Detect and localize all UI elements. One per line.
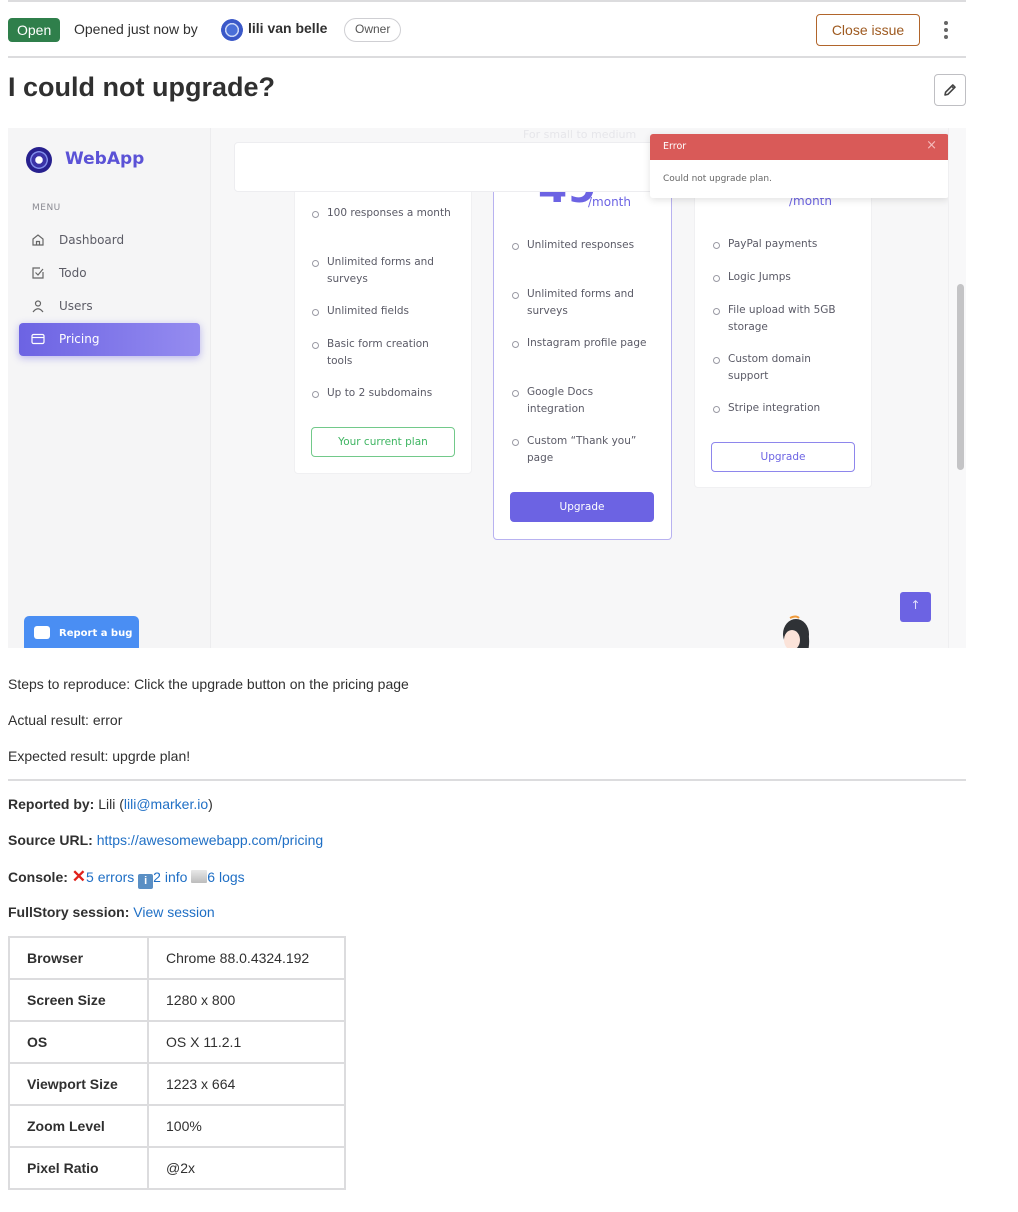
edit-title-button[interactable]	[934, 74, 966, 106]
table-row: OS OS X 11.2.1	[8, 1020, 346, 1064]
app-name: WebApp	[65, 149, 145, 169]
feature-item: 100 responses a month	[312, 205, 452, 222]
author-link[interactable]: lili van belle	[248, 20, 327, 36]
console-errors-link[interactable]: 5 errors	[86, 869, 134, 885]
bug-screenshot[interactable]: WebApp MENU Dashboard Todo Users Pricing…	[8, 128, 966, 648]
error-toast: Error × Could not upgrade plan.	[650, 134, 949, 198]
console-logs-link[interactable]: 6 logs	[207, 869, 244, 885]
feature-item: Basic form creation tools	[312, 336, 452, 370]
description-divider	[8, 779, 966, 781]
feature-item: Unlimited responses	[512, 237, 652, 254]
console-info-link[interactable]: 2 info	[153, 869, 187, 885]
card-icon	[31, 333, 45, 345]
feature-item: Custom domain support	[713, 351, 853, 385]
opened-text: Opened just now by	[74, 21, 198, 37]
user-icon	[32, 300, 44, 313]
scroll-log-icon	[191, 870, 208, 883]
environment-table: Browser Chrome 88.0.4324.192 Screen Size 12…	[8, 936, 346, 1190]
console-summary: Console: ✕5 errors i2 info 6 logs	[8, 867, 245, 889]
expected-result: Expected result: upgrde plan!	[8, 748, 191, 764]
feature-item: Instagram profile page	[512, 335, 652, 352]
checkbox-icon	[32, 267, 44, 279]
info-icon: i	[138, 874, 154, 889]
author-avatar[interactable]	[221, 19, 243, 41]
toast-message: Could not upgrade plan.	[663, 174, 772, 184]
scroll-to-top-button[interactable]: ↑	[900, 592, 931, 622]
table-row: Screen Size 1280 x 800	[8, 978, 346, 1022]
toast-close-icon[interactable]: ×	[926, 138, 937, 153]
error-cross-icon: ✕	[71, 867, 87, 886]
env-value: Chrome 88.0.4324.192	[147, 936, 346, 980]
fullstory-session: FullStory session: View session	[8, 904, 215, 920]
feature-item: Unlimited forms and surveys	[312, 254, 452, 288]
issue-title: I could not upgrade?	[8, 72, 275, 102]
pencil-icon	[944, 84, 956, 96]
toast-title: Error	[663, 141, 687, 152]
feature-item: PayPal payments	[713, 236, 853, 253]
env-key: Screen Size	[8, 978, 149, 1022]
plan-period: /month	[588, 195, 631, 209]
webapp-logo-icon	[26, 147, 52, 173]
feature-item: Logic Jumps	[713, 269, 853, 286]
reporter-email-link[interactable]: lili@marker.io	[124, 796, 208, 812]
plan-card-business: 99 /month PayPal payments Logic Jumps Fi…	[694, 161, 872, 488]
owner-badge: Owner	[344, 18, 402, 42]
view-session-link[interactable]: View session	[133, 904, 214, 920]
nav-item-dashboard[interactable]: Dashboard	[19, 224, 200, 257]
table-row: Browser Chrome 88.0.4324.192	[8, 936, 346, 980]
close-issue-button[interactable]: Close issue	[816, 14, 920, 46]
plan-card-pro: 49 /month Unlimited responses Unlimited …	[493, 148, 672, 540]
app-header-bar	[234, 142, 654, 192]
app-sidebar: WebApp MENU Dashboard Todo Users Pricing…	[8, 128, 211, 648]
report-bug-button[interactable]: Report a bug	[24, 616, 139, 648]
source-url: Source URL: https://awesomewebapp.com/pr…	[8, 832, 324, 848]
header-divider	[8, 56, 966, 58]
home-icon	[32, 234, 44, 246]
env-value: 1280 x 800	[147, 978, 346, 1022]
menu-label: MENU	[32, 203, 61, 213]
top-divider	[8, 0, 966, 2]
env-value: 1223 x 664	[147, 1062, 346, 1106]
pen-icon	[34, 626, 50, 639]
source-url-link[interactable]: https://awesomewebapp.com/pricing	[97, 832, 323, 848]
env-key: Viewport Size	[8, 1062, 149, 1106]
env-value: OS X 11.2.1	[147, 1020, 346, 1064]
steps-to-reproduce: Steps to reproduce: Click the upgrade bu…	[8, 676, 409, 692]
env-key: Pixel Ratio	[8, 1146, 149, 1190]
env-key: Browser	[8, 936, 149, 980]
arrow-up-icon: ↑	[910, 598, 921, 612]
feature-item: Custom “Thank you” page	[512, 433, 652, 467]
env-value: @2x	[147, 1146, 346, 1190]
plan-card-free: 100 responses a month Unlimited forms an…	[294, 178, 472, 474]
feature-item: Unlimited fields	[312, 303, 452, 320]
status-badge: Open	[8, 18, 61, 42]
feature-item: Stripe integration	[713, 400, 853, 417]
feature-item: File upload with 5GB storage	[713, 302, 853, 336]
reported-by: Reported by: Lili (lili@marker.io)	[8, 796, 213, 812]
table-row: Zoom Level 100%	[8, 1104, 346, 1148]
table-row: Pixel Ratio @2x	[8, 1146, 346, 1190]
nav-item-users[interactable]: Users	[19, 290, 200, 323]
support-avatar-illustration[interactable]	[772, 612, 816, 648]
upgrade-button-business[interactable]: Upgrade	[711, 442, 855, 472]
feature-item: Google Docs integration	[512, 384, 652, 418]
app-scrollbar-thumb[interactable]	[957, 284, 964, 470]
more-actions-kebab-icon[interactable]	[936, 18, 956, 42]
feature-item: Unlimited forms and surveys	[512, 286, 652, 320]
feature-item: Up to 2 subdomains	[312, 385, 452, 402]
nav-item-todo[interactable]: Todo	[19, 257, 200, 290]
current-plan-button[interactable]: Your current plan	[311, 427, 455, 457]
nav-item-pricing[interactable]: Pricing	[19, 323, 200, 356]
table-row: Viewport Size 1223 x 664	[8, 1062, 346, 1106]
plan-subheading: For small to medium	[523, 128, 637, 141]
upgrade-button-pro[interactable]: Upgrade	[510, 492, 654, 522]
env-key: Zoom Level	[8, 1104, 149, 1148]
env-value: 100%	[147, 1104, 346, 1148]
env-key: OS	[8, 1020, 149, 1064]
actual-result: Actual result: error	[8, 712, 123, 728]
